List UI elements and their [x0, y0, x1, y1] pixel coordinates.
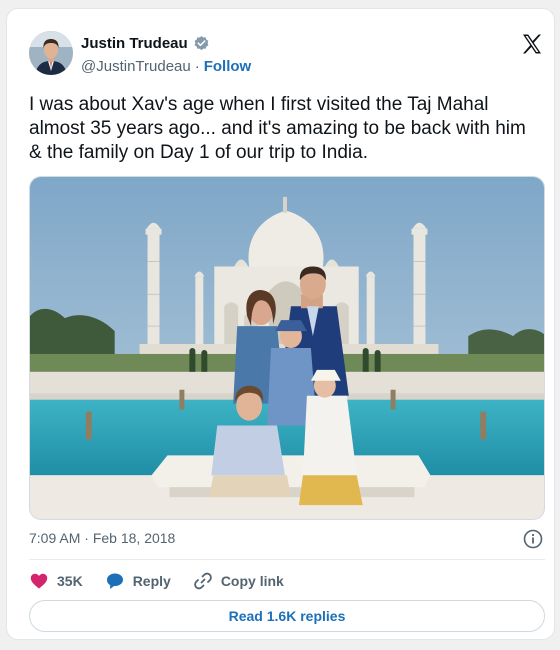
author-name-row: Justin Trudeau [81, 35, 210, 52]
author-handle[interactable]: @JustinTrudeau [81, 58, 191, 75]
x-logo-icon[interactable] [520, 32, 544, 56]
taj-mahal-family-photo [30, 177, 544, 519]
handle-separator: · [194, 58, 200, 75]
author-handle-row: @JustinTrudeau · Follow [81, 58, 251, 75]
tweet-time[interactable]: 7:09 AM [29, 530, 80, 546]
like-button[interactable]: 35K [29, 571, 83, 591]
link-icon [193, 572, 212, 590]
heart-icon [30, 573, 48, 589]
copy-link-label: Copy link [220, 573, 284, 589]
meta-separator: · [84, 530, 89, 546]
avatar[interactable] [29, 31, 73, 75]
info-icon[interactable] [523, 529, 543, 549]
tweet-photo[interactable] [29, 176, 545, 520]
tweet-text: I was about Xav's age when I first visit… [29, 94, 526, 163]
author-name[interactable]: Justin Trudeau [81, 35, 188, 52]
copy-link-button[interactable]: Copy link [193, 571, 284, 591]
like-count: 35K [57, 573, 83, 589]
reply-label: Reply [132, 573, 171, 589]
action-bar: 35K Reply Copy link [29, 569, 306, 593]
tweet-card: Justin Trudeau @JustinTrudeau · Follow I… [6, 8, 555, 640]
verified-badge-icon [194, 36, 209, 51]
divider [29, 559, 545, 560]
follow-button[interactable]: Follow [204, 58, 252, 75]
tweet-date[interactable]: Feb 18, 2018 [93, 530, 176, 546]
tweet-meta: 7:09 AM · Feb 18, 2018 [29, 530, 175, 546]
avatar-image [29, 31, 73, 75]
read-replies-button[interactable]: Read 1.6K replies [29, 600, 545, 632]
reply-button[interactable]: Reply [105, 571, 171, 591]
reply-bubble-icon [106, 573, 123, 589]
